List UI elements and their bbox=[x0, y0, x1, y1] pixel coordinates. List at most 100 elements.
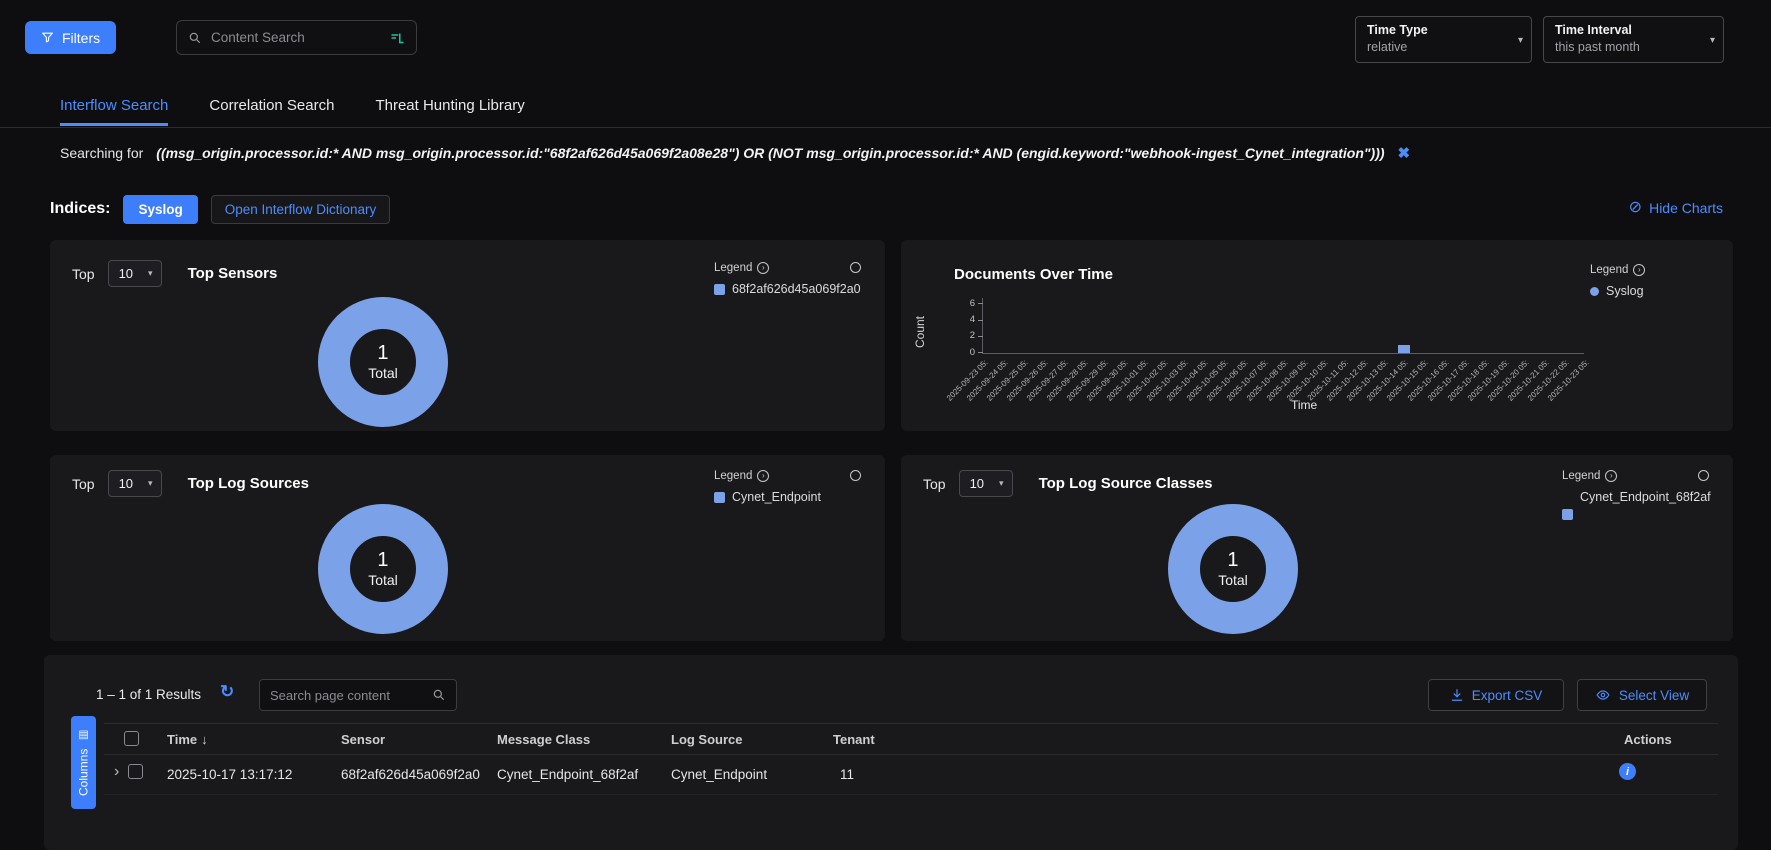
indices-row: Indices: Syslog Open Interflow Dictionar… bbox=[50, 194, 390, 224]
search-icon bbox=[432, 688, 446, 702]
columns-button[interactable]: Columns ▤ bbox=[71, 716, 96, 809]
donut-chart: 1 Total bbox=[318, 504, 448, 634]
table-row[interactable]: › 2025-10-17 13:17:12 68f2af626d45a069f2… bbox=[104, 754, 1718, 794]
donut-chart: 1 Total bbox=[318, 297, 448, 427]
time-type-value: relative bbox=[1367, 40, 1509, 54]
legend-toggle-icon[interactable]: › bbox=[1605, 470, 1617, 482]
legend-toggle-icon[interactable]: › bbox=[757, 470, 769, 482]
filters-button[interactable]: Filters bbox=[25, 21, 116, 54]
top-count-select[interactable]: 10 ▾ bbox=[108, 470, 162, 497]
main-tabs: Interflow Search Correlation Search Thre… bbox=[60, 97, 525, 126]
tab-correlation-search[interactable]: Correlation Search bbox=[209, 97, 334, 126]
caret-down-icon: ▾ bbox=[999, 478, 1004, 489]
legend-label: Legend bbox=[1562, 470, 1600, 482]
legend-label: Legend bbox=[1590, 264, 1628, 276]
legend-item[interactable]: 68f2af626d45a069f2a0 bbox=[714, 282, 885, 296]
caret-down-icon: ▾ bbox=[148, 268, 153, 279]
export-csv-button[interactable]: Export CSV bbox=[1428, 679, 1564, 711]
donut-total-label: Total bbox=[368, 365, 398, 381]
col-header-message-class[interactable]: Message Class bbox=[497, 732, 590, 747]
caret-down-icon: ▾ bbox=[1518, 35, 1523, 46]
top-label: Top bbox=[923, 476, 946, 492]
page-search-input[interactable] bbox=[270, 688, 424, 703]
legend-toggle-icon[interactable]: › bbox=[757, 262, 769, 274]
clear-query-icon[interactable]: ✖ bbox=[1398, 144, 1411, 162]
donut-total-value: 1 bbox=[377, 342, 388, 365]
bar-2025-10-14 05: bbox=[1398, 345, 1410, 353]
top-sensors-panel: Top 10 ▾ Top Sensors Legend › 68f2af626d… bbox=[50, 240, 885, 431]
legend-swatch bbox=[714, 284, 725, 295]
cell-sensor: 68f2af626d45a069f2a0 bbox=[341, 767, 485, 782]
x-axis-label: Time bbox=[1291, 398, 1317, 412]
index-syslog-button[interactable]: Syslog bbox=[123, 195, 197, 224]
time-interval-label: Time Interval bbox=[1555, 23, 1701, 37]
panel-title: Top Log Sources bbox=[188, 475, 309, 492]
columns-icon: ▤ bbox=[77, 729, 90, 742]
sort-desc-icon: ↓ bbox=[201, 732, 208, 747]
donut-total-value: 1 bbox=[377, 549, 388, 572]
row-checkbox[interactable] bbox=[128, 764, 143, 779]
caret-down-icon: ▾ bbox=[148, 478, 153, 489]
search-icon bbox=[188, 31, 202, 45]
select-all-checkbox[interactable] bbox=[124, 731, 139, 746]
results-panel: 1 – 1 of 1 Results ↻ Export CSV Select V… bbox=[44, 655, 1738, 850]
donut-total-label: Total bbox=[1218, 572, 1248, 588]
legend-swatch bbox=[1590, 287, 1599, 296]
col-header-sensor[interactable]: Sensor bbox=[341, 732, 385, 747]
top-count-select[interactable]: 10 ▾ bbox=[959, 470, 1013, 497]
top-log-sources-panel: Top 10 ▾ Top Log Sources Legend › Cynet_… bbox=[50, 455, 885, 641]
documents-over-time-panel: Documents Over Time Legend › Syslog Coun… bbox=[901, 240, 1733, 431]
legend-label: Legend bbox=[714, 262, 752, 274]
caret-down-icon: ▾ bbox=[1710, 35, 1715, 46]
chart-options-icon[interactable] bbox=[1698, 470, 1709, 481]
col-header-actions: Actions bbox=[1624, 732, 1672, 747]
chart-options-icon[interactable] bbox=[850, 262, 861, 273]
select-view-button[interactable]: Select View bbox=[1577, 679, 1707, 711]
open-interflow-dictionary-button[interactable]: Open Interflow Dictionary bbox=[211, 195, 391, 224]
results-count: 1 – 1 of 1 Results bbox=[96, 687, 201, 702]
legend-toggle-icon[interactable]: › bbox=[1633, 264, 1645, 276]
legend-item[interactable]: Syslog bbox=[1590, 284, 1722, 298]
query-language-icon[interactable] bbox=[390, 31, 405, 45]
hide-charts-label: Hide Charts bbox=[1649, 200, 1723, 216]
content-search-box bbox=[176, 20, 417, 55]
expand-row-icon[interactable]: › bbox=[114, 764, 119, 780]
eye-icon bbox=[1595, 688, 1611, 702]
panel-title: Top Sensors bbox=[188, 265, 278, 282]
legend-swatch bbox=[714, 492, 725, 503]
col-header-tenant[interactable]: Tenant bbox=[833, 732, 875, 747]
cell-time: 2025-10-17 13:17:12 bbox=[167, 767, 292, 782]
time-interval-dropdown[interactable]: Time Interval this past month ▾ bbox=[1543, 16, 1724, 63]
donut-chart: 1 Total bbox=[1168, 504, 1298, 634]
hide-charts-toggle[interactable]: ⊘ Hide Charts bbox=[1629, 200, 1723, 216]
time-type-label: Time Type bbox=[1367, 23, 1509, 37]
tabs-divider bbox=[0, 127, 1771, 128]
panel-title: Documents Over Time bbox=[954, 266, 1113, 283]
legend-label: Legend bbox=[714, 470, 752, 482]
top-count-select[interactable]: 10 ▾ bbox=[108, 260, 162, 287]
query-prefix: Searching for bbox=[60, 145, 143, 161]
chart-options-icon[interactable] bbox=[850, 470, 861, 481]
info-icon[interactable]: i bbox=[1619, 763, 1636, 780]
y-axis-label: Count bbox=[913, 304, 927, 360]
cell-tenant: 11 bbox=[840, 767, 854, 782]
top-log-source-classes-panel: Top 10 ▾ Top Log Source Classes Legend ›… bbox=[901, 455, 1733, 641]
legend-swatch bbox=[1562, 509, 1573, 520]
indices-label: Indices: bbox=[50, 200, 110, 218]
documents-over-time-chart: 02462025-09-23 05:2025-09-24 05:2025-09-… bbox=[982, 298, 1584, 354]
query-text: ((msg_origin.processor.id:* AND msg_orig… bbox=[156, 145, 1384, 161]
chart-legend: Legend › Syslog bbox=[1590, 264, 1722, 298]
col-header-log-source[interactable]: Log Source bbox=[671, 732, 743, 747]
content-search-input[interactable] bbox=[211, 30, 381, 45]
page-search-box bbox=[259, 679, 457, 711]
panel-title: Top Log Source Classes bbox=[1039, 475, 1213, 492]
tab-interflow-search[interactable]: Interflow Search bbox=[60, 97, 168, 126]
legend-item[interactable]: Cynet_Endpoint bbox=[714, 490, 885, 504]
refresh-icon[interactable]: ↻ bbox=[220, 682, 234, 702]
time-type-dropdown[interactable]: Time Type relative ▾ bbox=[1355, 16, 1532, 63]
legend-item[interactable]: Cynet_Endpoint_68f2af bbox=[1562, 490, 1733, 520]
tab-threat-hunting-library[interactable]: Threat Hunting Library bbox=[375, 97, 524, 126]
col-header-time[interactable]: Time↓ bbox=[167, 732, 208, 747]
top-label: Top bbox=[72, 476, 95, 492]
top-label: Top bbox=[72, 266, 95, 282]
